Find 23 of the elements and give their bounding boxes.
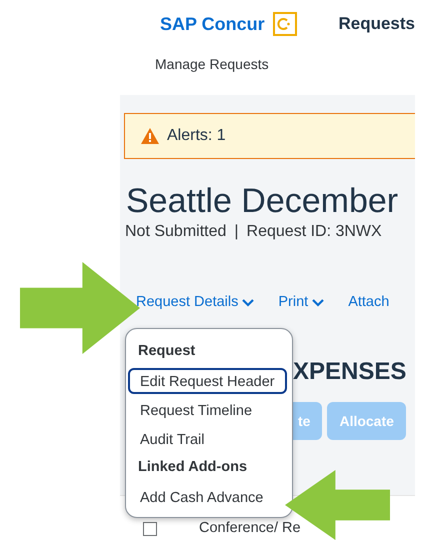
request-id: Request ID: 3NWX (246, 222, 382, 242)
menu-item[interactable]: Edit Request Header (128, 368, 287, 394)
menu-group-header: Request (137, 342, 196, 361)
row-checkbox[interactable] (143, 522, 157, 536)
nav-title[interactable]: Requests (338, 11, 415, 37)
expense-type: Conference/ Re (199, 519, 301, 538)
status-text: Not Submitted (125, 222, 226, 242)
menu-item[interactable]: Request Timeline (128, 397, 264, 423)
brand-name: SAP Concur (160, 12, 265, 36)
request-title: Seattle December (126, 183, 400, 220)
tab[interactable]: Request Details (136, 292, 254, 314)
logo-icon (272, 12, 297, 36)
warning-icon (141, 128, 159, 144)
arrow-icon (285, 470, 390, 540)
menu-item[interactable]: Audit Trail (128, 426, 216, 452)
menu-group-header: Linked Add-ons (137, 458, 248, 477)
section-heading: XPENSES (293, 358, 406, 386)
subnav-link[interactable]: Manage Requests (155, 56, 269, 72)
menu-item[interactable]: Add Cash Advance (128, 484, 276, 510)
tab[interactable]: Attach (348, 292, 390, 314)
separator: | (234, 222, 239, 242)
alert-text: Alerts: 1 (167, 126, 226, 146)
tab[interactable]: Print (278, 292, 324, 314)
